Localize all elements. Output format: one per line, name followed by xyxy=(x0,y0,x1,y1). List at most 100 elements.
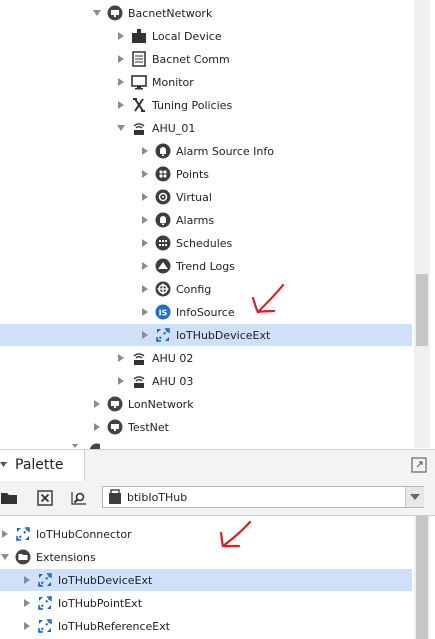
iot-hub-icon xyxy=(37,618,53,634)
palette-item-iot-hub-reference-ext[interactable]: IoTHubReferenceExt xyxy=(22,615,170,637)
tree-item-label: TestNet xyxy=(128,420,169,434)
tree-item-bacnet-network[interactable]: BacnetNetwork xyxy=(92,2,212,24)
schedules-icon xyxy=(155,235,171,251)
network-icon xyxy=(107,396,123,412)
alarm-icon xyxy=(155,143,171,159)
tree-item-label: Config xyxy=(176,282,212,296)
expand-arrow-icon[interactable] xyxy=(140,255,150,277)
tree-item-iot-hub-device-ext[interactable]: IoTHubDeviceExt xyxy=(0,324,412,346)
expand-arrow-icon[interactable] xyxy=(140,278,150,300)
tree-item-info-source[interactable]: IS InfoSource xyxy=(140,301,235,323)
palette-item-iot-hub-point-ext[interactable]: IoTHubPointExt xyxy=(22,592,142,614)
palette-toolbar: btibIoTHub xyxy=(0,481,435,516)
svg-text:IS: IS xyxy=(159,309,168,318)
module-select[interactable]: btibIoTHub xyxy=(102,486,424,508)
tree-scrollbar-thumb[interactable] xyxy=(416,274,428,346)
tree-item-label: Alarm Source Info xyxy=(176,144,274,158)
tree-item-ahu-01[interactable]: AHU_01 xyxy=(116,117,195,139)
annotation-arrow-icon xyxy=(251,283,285,314)
trend-logs-icon xyxy=(155,258,171,274)
tree-item-schedules[interactable]: Schedules xyxy=(140,232,232,254)
tree-scrollbar[interactable] xyxy=(414,0,430,448)
tuning-icon xyxy=(131,97,147,113)
palette-item-extensions[interactable]: Extensions xyxy=(0,546,96,568)
open-folder-icon[interactable] xyxy=(0,488,20,508)
palette-item-label: IoTHubPointExt xyxy=(58,596,143,610)
expand-arrow-icon[interactable] xyxy=(116,48,126,70)
expand-arrow-icon[interactable] xyxy=(22,592,32,614)
tree-item-lon-network[interactable]: LonNetwork xyxy=(92,393,194,415)
virtual-icon xyxy=(155,189,171,205)
tree-item-label: AHU_01 xyxy=(152,121,196,135)
tree-item-points[interactable]: Points xyxy=(140,163,209,185)
tree-item-label: BacnetNetwork xyxy=(128,6,213,20)
palette-item-iot-hub-connector[interactable]: IoTHubConnector xyxy=(0,523,132,545)
alarm-icon xyxy=(155,212,171,228)
comm-icon xyxy=(131,51,147,67)
palette-collapse-icon[interactable] xyxy=(0,461,8,474)
iot-hub-icon xyxy=(155,327,171,343)
tree-item-local-device[interactable]: Local Device xyxy=(116,25,222,47)
tree-item-label: AHU 03 xyxy=(152,374,194,388)
palette-item-iot-hub-device-ext[interactable]: IoTHubDeviceExt xyxy=(0,569,412,591)
chevron-down-icon[interactable] xyxy=(405,487,424,507)
device-icon xyxy=(131,350,147,366)
points-icon xyxy=(155,166,171,182)
tree-item-ahu-03[interactable]: AHU 03 xyxy=(116,370,193,392)
module-icon xyxy=(108,489,122,508)
expand-arrow-icon[interactable] xyxy=(116,94,126,116)
tree-item-tuning-policies[interactable]: Tuning Policies xyxy=(116,94,232,116)
palette-item-label: IoTHubReferenceExt xyxy=(58,619,171,633)
find-icon[interactable] xyxy=(69,488,89,508)
close-palette-icon[interactable] xyxy=(35,488,55,508)
expand-arrow-icon[interactable] xyxy=(116,25,126,47)
tree-item-virtual[interactable]: Virtual xyxy=(140,186,212,208)
tree-item-config[interactable]: Config xyxy=(140,278,211,300)
tree-item-label: Alarms xyxy=(176,213,215,227)
expand-arrow-icon[interactable] xyxy=(22,569,32,591)
expand-arrow-icon[interactable] xyxy=(92,416,102,438)
collapse-arrow-icon[interactable] xyxy=(116,117,126,139)
maximize-icon[interactable] xyxy=(411,457,427,476)
expand-arrow-icon[interactable] xyxy=(140,232,150,254)
tree-item-label: LonNetwork xyxy=(128,397,194,411)
folder-icon xyxy=(15,549,31,565)
expand-arrow-icon[interactable] xyxy=(140,186,150,208)
tree-item-monitor[interactable]: Monitor xyxy=(116,71,194,93)
expand-arrow-icon[interactable] xyxy=(140,301,150,323)
tree-item-alarm-source-info[interactable]: Alarm Source Info xyxy=(140,140,274,162)
collapse-arrow-icon[interactable] xyxy=(92,2,102,24)
expand-arrow-icon[interactable] xyxy=(140,324,150,346)
expand-arrow-icon[interactable] xyxy=(140,163,150,185)
tree-item-label: Virtual xyxy=(176,190,212,204)
tree-item-test-net[interactable]: TestNet xyxy=(92,416,169,438)
expand-arrow-icon[interactable] xyxy=(140,140,150,162)
expand-arrow-icon[interactable] xyxy=(116,71,126,93)
expand-arrow-icon[interactable] xyxy=(22,615,32,637)
palette-item-label: IoTHubDeviceExt xyxy=(58,573,153,587)
device-icon xyxy=(131,373,147,389)
iot-hub-icon xyxy=(37,595,53,611)
expand-arrow-icon[interactable] xyxy=(116,370,126,392)
tree-item-ahu-02[interactable]: AHU 02 xyxy=(116,347,193,369)
tree-item-trend-logs[interactable]: Trend Logs xyxy=(140,255,235,277)
expand-arrow-icon[interactable] xyxy=(116,347,126,369)
tree-item-label: Bacnet Comm xyxy=(152,52,230,66)
network-icon xyxy=(107,5,123,21)
tree-item-label: Trend Logs xyxy=(176,259,235,273)
tree-item-label: Schedules xyxy=(176,236,233,250)
expand-arrow-icon[interactable] xyxy=(0,523,10,545)
expand-arrow-icon[interactable] xyxy=(92,393,102,415)
tree-item-label: Monitor xyxy=(152,75,194,89)
palette-scrollbar-thumb[interactable] xyxy=(416,516,428,639)
palette-tab-bar: Palette xyxy=(0,449,435,482)
monitor-icon xyxy=(131,74,147,90)
tree-item-alarms[interactable]: Alarms xyxy=(140,209,214,231)
tree-item-bacnet-comm[interactable]: Bacnet Comm xyxy=(116,48,230,70)
expand-arrow-icon[interactable] xyxy=(140,209,150,231)
collapse-arrow-icon[interactable] xyxy=(0,546,10,568)
tree-item-label: Tuning Policies xyxy=(152,98,233,112)
palette-scrollbar[interactable] xyxy=(414,516,430,639)
module-select-value: btibIoTHub xyxy=(127,491,188,504)
tab-palette[interactable]: Palette xyxy=(0,450,85,482)
